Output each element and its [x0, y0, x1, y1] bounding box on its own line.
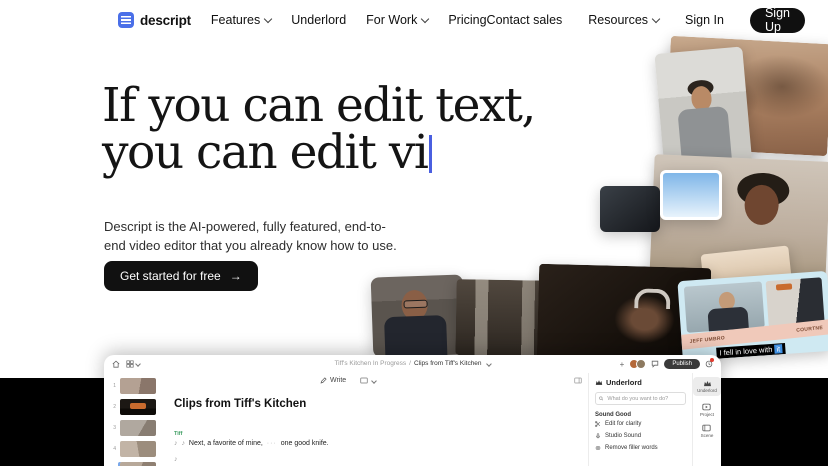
- write-button[interactable]: Write: [320, 377, 346, 384]
- nav-item-features[interactable]: Features: [211, 13, 271, 27]
- document-title[interactable]: Clips from Tiff's Kitchen: [174, 398, 588, 410]
- rail-item-project[interactable]: Project: [700, 403, 714, 417]
- underlord-item-studio-sound[interactable]: Studio Sound: [595, 430, 686, 442]
- chevron-down-icon: [371, 378, 377, 384]
- scene-icon: [702, 424, 711, 432]
- avatar: [636, 359, 646, 369]
- chevron-down-icon: [264, 14, 272, 22]
- logo-text: descript: [140, 13, 191, 28]
- collage-photo-sky: [660, 170, 722, 220]
- scene-thumbnail-4[interactable]: 4: [112, 441, 156, 457]
- collaborator-avatars[interactable]: [629, 359, 646, 369]
- strikethrough-icon: [595, 445, 601, 451]
- publish-button[interactable]: Publish: [664, 359, 700, 369]
- scene-thumbnail-2[interactable]: 2: [112, 399, 156, 415]
- layout-toggle-button[interactable]: [360, 377, 376, 384]
- layout-icon: [360, 377, 368, 384]
- microphone-icon: [595, 433, 601, 439]
- music-note-icon: ♪: [181, 440, 185, 447]
- chevron-down-icon: [421, 14, 429, 22]
- search-icon: [599, 396, 603, 401]
- add-collaborator-button[interactable]: +: [620, 360, 625, 369]
- breadcrumb[interactable]: Tiff's Kitchen In Progress / Clips from …: [334, 360, 490, 367]
- arrow-right-icon: →: [230, 269, 242, 283]
- scissors-icon: [595, 421, 601, 427]
- hero-subtext: Descript is the AI-powered, fully featur…: [104, 218, 404, 256]
- panel-collapse-icon[interactable]: [574, 377, 582, 384]
- caption-highlight: it: [774, 344, 782, 354]
- underlord-item-edit-for-clarity[interactable]: Edit for clarity: [595, 418, 686, 430]
- home-icon[interactable]: [112, 360, 120, 368]
- headline-line1: If you can edit text,: [102, 82, 535, 129]
- hero-headline: If you can edit text, you can edit vi: [102, 82, 535, 176]
- scene-thumbnail-1[interactable]: 1: [112, 378, 156, 394]
- call-caption: I fell in love with it: [716, 343, 785, 359]
- underlord-crown-icon: [703, 380, 712, 387]
- text-cursor: [429, 135, 432, 173]
- collage-photo-man-glasses: [371, 274, 466, 357]
- top-nav: descript Features Underlord For Work Pri…: [0, 0, 828, 40]
- rail-item-underlord[interactable]: Underlord: [693, 377, 721, 396]
- script-line[interactable]: ♪: [174, 456, 588, 463]
- descript-logo-icon: [118, 12, 134, 28]
- nav-item-underlord[interactable]: Underlord: [291, 13, 346, 27]
- collage-video-call-card: JEFF UMBRO COURTNE I fell in love with i…: [677, 271, 828, 361]
- chevron-down-icon: [135, 361, 141, 367]
- script-line[interactable]: ♪ ♪ Next, a favorite of mine, ··· one go…: [174, 440, 588, 447]
- rail-item-scene[interactable]: Scene: [701, 424, 714, 438]
- collage-photo-phone: [600, 186, 660, 232]
- pencil-icon: [320, 377, 327, 384]
- breadcrumb-separator: /: [409, 360, 411, 367]
- chevron-down-icon: [486, 361, 492, 367]
- app-toolbar: Tiff's Kitchen In Progress / Clips from …: [104, 355, 721, 373]
- descript-app-window: Tiff's Kitchen In Progress / Clips from …: [104, 355, 721, 466]
- chevron-down-icon: [652, 14, 660, 22]
- nav-item-pricing[interactable]: Pricing: [448, 13, 486, 27]
- underlord-panel-title: Underlord: [606, 378, 642, 387]
- script-gap: ···: [267, 440, 277, 447]
- nav-item-resources[interactable]: Resources: [588, 13, 659, 27]
- project-icon: [702, 403, 711, 411]
- underlord-item-remove-filler-words[interactable]: Remove filler words: [595, 442, 686, 454]
- underlord-crown-icon: [595, 379, 603, 386]
- breadcrumb-project: Tiff's Kitchen In Progress: [334, 360, 406, 367]
- call-speaker-right: COURTNE: [796, 324, 823, 333]
- nav-item-contact-sales[interactable]: Contact sales: [487, 13, 563, 27]
- nav-item-sign-in[interactable]: Sign In: [685, 13, 724, 27]
- music-note-icon: ♪: [174, 440, 178, 447]
- comments-icon[interactable]: [651, 360, 659, 368]
- headline-line2: you can edit vi: [102, 129, 535, 176]
- get-started-button[interactable]: Get started for free→: [104, 261, 258, 291]
- page: descript Features Underlord For Work Pri…: [0, 0, 828, 466]
- scene-thumbnail-3[interactable]: 3: [112, 420, 156, 436]
- nav-item-for-work[interactable]: For Work: [366, 13, 428, 27]
- call-speaker-left: JEFF UMBRO: [689, 335, 725, 345]
- music-note-icon: ♪: [174, 456, 178, 463]
- speaker-label[interactable]: Tiff: [174, 431, 588, 437]
- script-editor: Write Clips from Tiff's Kitchen Tiff ♪ ♪…: [162, 373, 588, 466]
- call-tile-left: [684, 281, 765, 332]
- scene-thumbnail-rail: 1 2 3 4 5: [104, 373, 162, 466]
- grid-view-button[interactable]: [126, 360, 140, 368]
- history-icon[interactable]: [705, 360, 713, 368]
- scene-thumbnail-5[interactable]: 5: [112, 462, 156, 466]
- underlord-search-input[interactable]: [605, 395, 682, 403]
- notification-dot: [710, 358, 714, 362]
- breadcrumb-doc: Clips from Tiff's Kitchen: [414, 360, 482, 367]
- sign-up-button[interactable]: Sign Up: [750, 8, 805, 33]
- underlord-search[interactable]: [595, 392, 686, 405]
- right-rail: Underlord Project Scene: [692, 373, 721, 466]
- descript-logo[interactable]: descript: [118, 12, 191, 28]
- underlord-panel: Underlord Sound Good Edit for clarity St…: [588, 373, 692, 466]
